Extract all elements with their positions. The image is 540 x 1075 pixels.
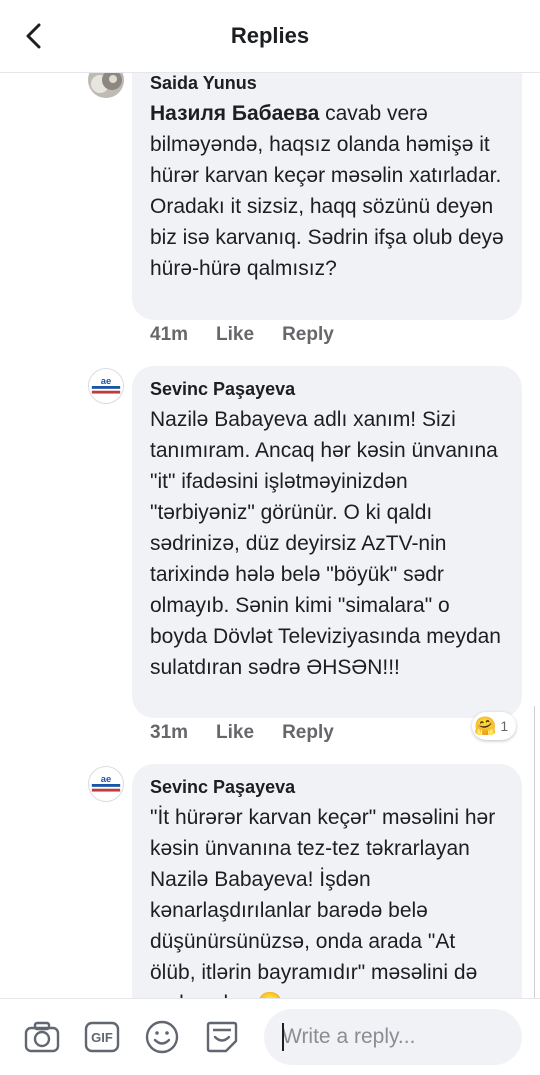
emoji-icon xyxy=(145,1020,179,1054)
sticker-button[interactable] xyxy=(202,1017,242,1057)
comment-author[interactable]: Saida Yunus xyxy=(150,72,504,94)
tv-logo-icon: ae xyxy=(91,774,121,792)
svg-text:ae: ae xyxy=(101,774,112,785)
comment-time: 41m xyxy=(150,324,189,345)
reply-composer: GIF xyxy=(0,998,540,1075)
camera-button[interactable] xyxy=(22,1017,62,1057)
svg-text:ae: ae xyxy=(101,376,112,387)
comment-author[interactable]: Sevinc Paşayeva xyxy=(150,776,504,798)
like-button[interactable]: Like xyxy=(216,722,254,744)
comment-text: Nazilə Babayeva adlı xanım! Sizi tanımır… xyxy=(150,408,501,679)
emoji-button[interactable] xyxy=(142,1017,182,1057)
comment-bubble[interactable]: Sevinc Paşayeva Nazilə Babayeva adlı xan… xyxy=(132,366,522,718)
tv-logo-icon: ae xyxy=(91,376,121,394)
avatar[interactable]: ae xyxy=(88,368,124,404)
comment-time: 31m xyxy=(150,722,189,743)
top-bar: Replies xyxy=(0,0,540,73)
hug-emoji-icon: 🤗 xyxy=(474,716,497,736)
camera-icon xyxy=(24,1021,60,1053)
back-arrow-icon xyxy=(26,23,41,49)
page-title: Replies xyxy=(230,23,310,48)
reaction-badge[interactable]: 🤗 1 xyxy=(472,712,517,740)
comment-actions: 41m Like Reply xyxy=(150,324,334,346)
gif-button[interactable]: GIF xyxy=(82,1017,122,1057)
like-button[interactable]: Like xyxy=(216,324,254,346)
replies-feed: Saida Yunus Назиля Бабаева cavab verə bi… xyxy=(0,0,540,998)
gif-label: GIF xyxy=(91,1029,113,1045)
comment-bubble[interactable]: Sevinc Paşayeva "İt hürərər karvan keçər… xyxy=(132,764,522,998)
reply-input[interactable] xyxy=(264,1009,522,1065)
comment-mention[interactable]: Назиля Бабаева xyxy=(150,102,319,125)
avatar[interactable]: ae xyxy=(88,766,124,802)
comment-bubble[interactable]: Saida Yunus Назиля Бабаева cavab verə bi… xyxy=(132,60,522,320)
reply-button[interactable]: Reply xyxy=(282,722,334,744)
reaction-count: 1 xyxy=(500,718,509,734)
reply-button[interactable]: Reply xyxy=(282,324,334,346)
sticker-icon xyxy=(206,1021,238,1053)
comment-text: "İt hürərər karvan keçər" məsəlini hər k… xyxy=(150,806,496,998)
adjacent-panel-edge xyxy=(534,706,540,998)
comment-author[interactable]: Sevinc Paşayeva xyxy=(150,378,504,400)
back-button[interactable] xyxy=(16,18,52,54)
comment-actions: 31m Like Reply xyxy=(150,722,334,744)
text-cursor xyxy=(282,1023,284,1051)
comment-text: Назиля Бабаева cavab verə bilməyəndə, ha… xyxy=(150,102,504,280)
